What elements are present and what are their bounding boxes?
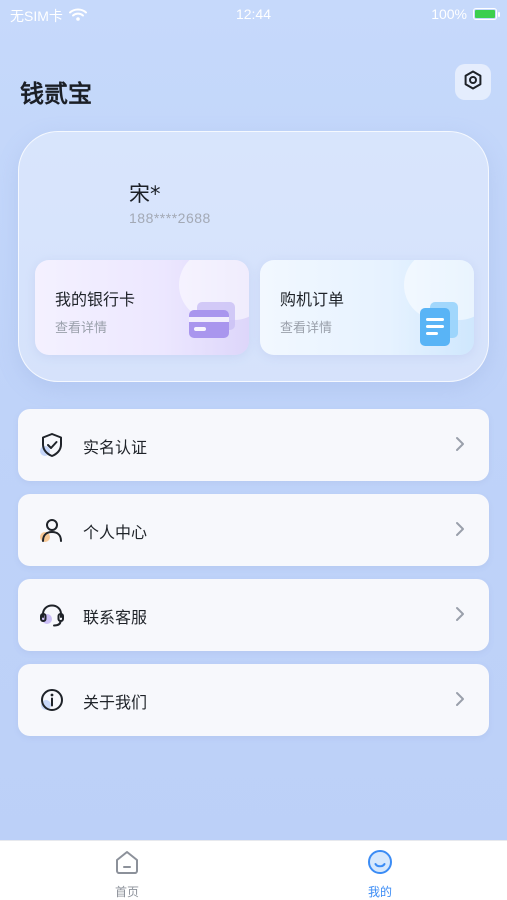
user-phone: 188****2688 xyxy=(129,210,211,226)
status-right: 100% xyxy=(431,6,500,22)
profile-face-icon xyxy=(366,850,394,879)
settings-button[interactable] xyxy=(455,64,491,100)
bank-card-title: 我的银行卡 xyxy=(55,290,136,309)
order-card-entry[interactable]: 购机订单 查看详情 xyxy=(260,260,474,355)
bank-card-entry[interactable]: 我的银行卡 查看详情 xyxy=(35,260,249,355)
tab-home-label: 首页 xyxy=(114,885,139,899)
chevron-right-icon xyxy=(455,521,465,541)
page-title: 钱贰宝 xyxy=(20,80,92,108)
settings-icon xyxy=(463,70,483,94)
battery-percent: 100% xyxy=(431,6,467,22)
tab-mine[interactable]: 我的 xyxy=(340,849,420,900)
order-card-subtitle: 查看详情 xyxy=(280,321,333,336)
shield-check-icon xyxy=(38,431,66,459)
menu-label: 关于我们 xyxy=(83,693,148,712)
profile-card: 宋* 188****2688 我的银行卡 查看详情 购机订单 查看详情 xyxy=(18,131,489,382)
menu-item-about-us[interactable]: 关于我们 xyxy=(18,664,489,736)
menu-label: 联系客服 xyxy=(83,608,148,627)
chevron-right-icon xyxy=(455,606,465,626)
home-icon xyxy=(113,851,141,879)
headset-icon xyxy=(38,601,66,629)
tab-mine-label: 我的 xyxy=(367,885,392,899)
menu-item-verification[interactable]: 实名认证 xyxy=(18,409,489,481)
tab-home[interactable]: 首页 xyxy=(87,849,167,900)
credit-card-icon xyxy=(185,298,239,348)
chevron-right-icon xyxy=(455,436,465,456)
info-icon xyxy=(38,686,66,714)
menu-item-personal-center[interactable]: 个人中心 xyxy=(18,494,489,566)
chevron-right-icon xyxy=(455,691,465,711)
menu-label: 个人中心 xyxy=(83,523,148,542)
order-card-title: 购机订单 xyxy=(280,290,345,309)
document-icon xyxy=(414,298,464,352)
bottom-tab-bar: 首页 我的 xyxy=(0,840,507,900)
user-icon xyxy=(38,516,66,544)
bank-card-subtitle: 查看详情 xyxy=(55,321,108,336)
menu-item-customer-service[interactable]: 联系客服 xyxy=(18,579,489,651)
status-bar: 无SIM卡 12:44 100% xyxy=(0,0,507,30)
battery-icon xyxy=(473,8,500,20)
user-name: 宋* xyxy=(129,182,161,206)
menu-label: 实名认证 xyxy=(83,438,148,457)
